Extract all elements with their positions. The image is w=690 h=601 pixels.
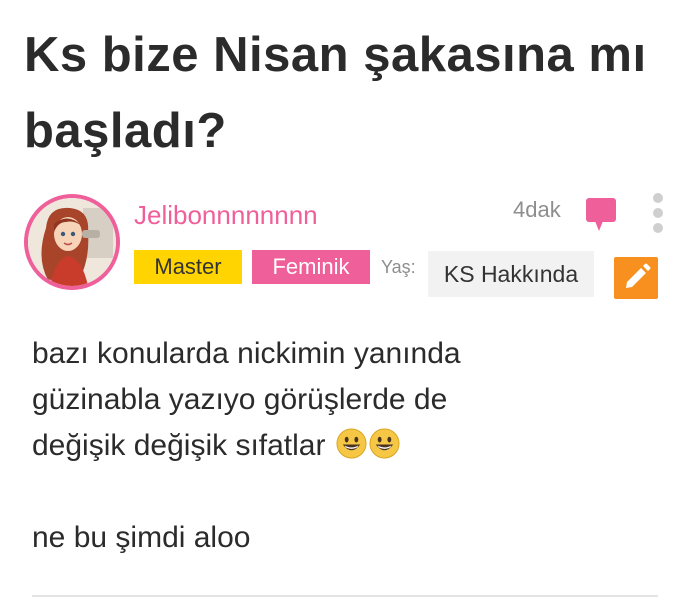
comment-icon[interactable] [585, 196, 617, 232]
more-vertical-icon[interactable] [648, 192, 668, 236]
body-line: bazı konularda nickimin yanında [32, 337, 461, 370]
author-username[interactable]: Jelibonnnnnnnn [134, 200, 318, 231]
avatar[interactable] [24, 194, 120, 290]
body-line-with-emoji: değişik değişik sıfatlar [32, 423, 652, 469]
badge-master: Master [134, 250, 242, 284]
about-box[interactable]: KS Hakkında [428, 251, 594, 297]
post-body: bazı konularda nickimin yanında güzinabl… [32, 331, 652, 561]
body-line: güzinabla yazıyo görüşlerde de [32, 383, 448, 416]
grinning-face-emoji [369, 428, 400, 459]
badge-feminik: Feminik [252, 250, 370, 284]
age-label: Yaş: [381, 257, 416, 277]
avatar-illustration [28, 198, 116, 286]
pencil-icon [626, 263, 651, 288]
body-line: ne bu şimdi aloo [32, 521, 251, 554]
grinning-face-emoji [336, 428, 367, 459]
body-line-text: değişik değişik sıfatlar [32, 429, 326, 462]
divider [32, 595, 658, 597]
edit-button[interactable] [614, 257, 658, 299]
post-title: Ks bize Nisan şakasına mı başladı? [24, 28, 647, 158]
post-time: 4dak [513, 197, 561, 222]
